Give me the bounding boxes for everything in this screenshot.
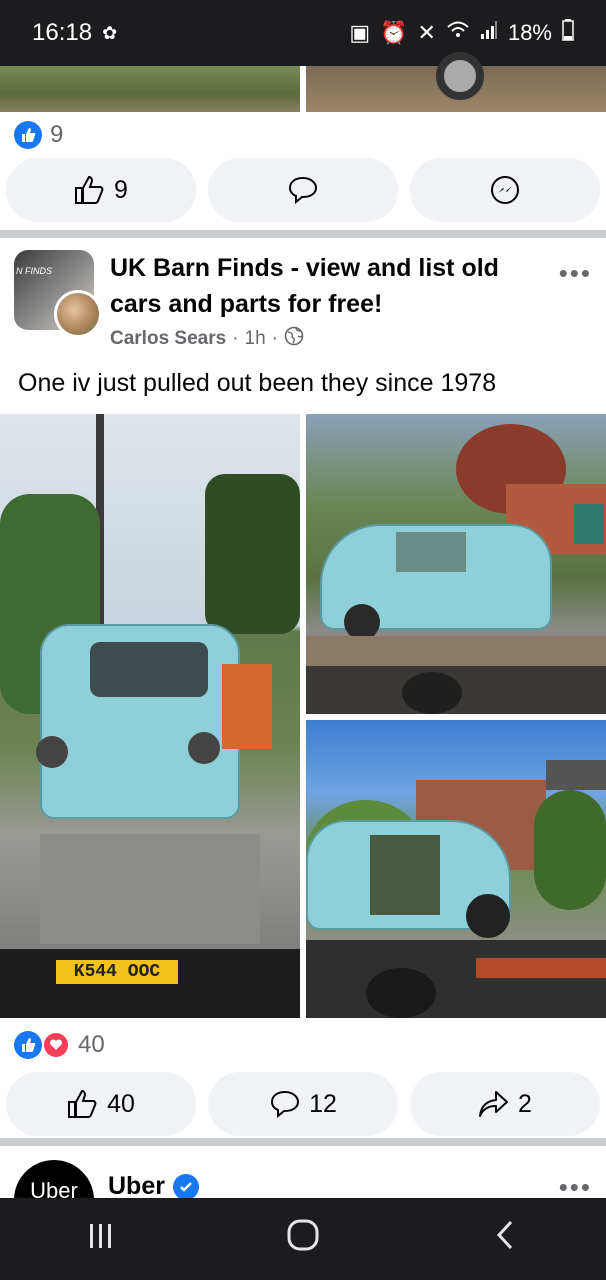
- alarm-icon: ⏰: [380, 20, 408, 45]
- signal-icon: [480, 20, 498, 46]
- back-icon: [496, 1220, 513, 1249]
- previous-reaction-count: 9: [50, 121, 64, 148]
- user-avatar[interactable]: [54, 290, 102, 338]
- reaction-count: 40: [78, 1031, 105, 1058]
- previous-photo-2[interactable]: [306, 52, 606, 112]
- avatar[interactable]: N FINDS: [14, 250, 102, 338]
- photo-2[interactable]: [306, 414, 606, 714]
- like-count: 40: [107, 1089, 135, 1118]
- previous-messenger-button[interactable]: [410, 158, 600, 222]
- share-count: 2: [518, 1089, 532, 1118]
- like-reaction-icon: [14, 1031, 42, 1059]
- share-icon: [479, 1091, 509, 1117]
- previous-action-bar: 9: [0, 158, 606, 222]
- status-bar: 16:18 ✿ ▣ ⏰ ✕ 18%: [0, 0, 606, 66]
- previous-like-count: 9: [114, 175, 128, 204]
- comment-button[interactable]: 12: [208, 1072, 398, 1136]
- comment-count: 12: [309, 1089, 337, 1118]
- author-name[interactable]: Carlos Sears: [110, 328, 226, 350]
- thumbs-up-icon: [75, 175, 104, 204]
- home-button[interactable]: [243, 1218, 363, 1261]
- photo-grid: K544 OOC: [0, 414, 606, 1018]
- previous-comment-button[interactable]: [208, 158, 398, 222]
- post-divider: [0, 230, 606, 238]
- separator: ·: [232, 328, 239, 349]
- post-header: N FINDS UK Barn Finds - view and list ol…: [0, 238, 606, 352]
- messenger-icon: [491, 176, 519, 204]
- like-reaction-icon: [14, 121, 42, 149]
- comment-icon: [288, 176, 318, 205]
- post-text: One iv just pulled out been they since 1…: [18, 369, 497, 397]
- uber-avatar[interactable]: Uber: [14, 1160, 94, 1198]
- next-post-header: Uber: [108, 1172, 199, 1198]
- globe-icon: [284, 326, 304, 352]
- battery-level: 18%: [507, 20, 552, 45]
- previous-like-button[interactable]: 9: [6, 158, 196, 222]
- post-meta: UK Barn Finds - view and list old cars a…: [110, 250, 592, 352]
- page-name[interactable]: Uber: [108, 1172, 165, 1198]
- post-reactions[interactable]: 40: [0, 1020, 606, 1070]
- battery-icon: [562, 19, 574, 47]
- separator: ·: [271, 328, 278, 349]
- next-post-more-button[interactable]: •••: [559, 1172, 592, 1198]
- thumbs-up-icon: [68, 1089, 97, 1118]
- share-button[interactable]: 2: [410, 1072, 600, 1136]
- lock-icon: ▣: [349, 20, 371, 45]
- back-button[interactable]: [445, 1219, 565, 1260]
- system-nav-bar: [0, 1198, 606, 1280]
- more-options-button[interactable]: •••: [559, 258, 592, 289]
- post-divider: [0, 1138, 606, 1146]
- license-plate: K544 OOC: [56, 960, 178, 984]
- recents-icon: [90, 1223, 111, 1248]
- mute-icon: ✕: [417, 20, 436, 45]
- previous-reactions[interactable]: 9: [0, 112, 606, 158]
- previous-post-photos[interactable]: [0, 52, 606, 112]
- status-icons: ▣ ⏰ ✕ 18%: [349, 19, 574, 47]
- recents-button[interactable]: [41, 1220, 161, 1259]
- group-name[interactable]: UK Barn Finds - view and list old cars a…: [110, 250, 592, 322]
- like-button[interactable]: 40: [6, 1072, 196, 1136]
- home-icon: [287, 1219, 319, 1250]
- status-time: 16:18: [32, 19, 93, 46]
- post-subline: Carlos Sears · 1h ·: [110, 326, 592, 352]
- group-logo-text: N FINDS: [16, 266, 52, 276]
- post-time[interactable]: 1h: [245, 328, 266, 350]
- post-action-bar: 40 12 2: [0, 1072, 606, 1136]
- comment-icon: [271, 1090, 300, 1119]
- notification-icon: ✿: [102, 22, 118, 43]
- photo-1[interactable]: K544 OOC: [0, 414, 300, 1018]
- previous-photo-1[interactable]: [0, 66, 300, 112]
- next-post: Uber Uber •••: [0, 1146, 606, 1198]
- photo-3[interactable]: [306, 720, 606, 1018]
- wifi-icon: [446, 20, 470, 46]
- verified-badge-icon: [172, 1173, 199, 1198]
- love-reaction-icon: [42, 1031, 70, 1059]
